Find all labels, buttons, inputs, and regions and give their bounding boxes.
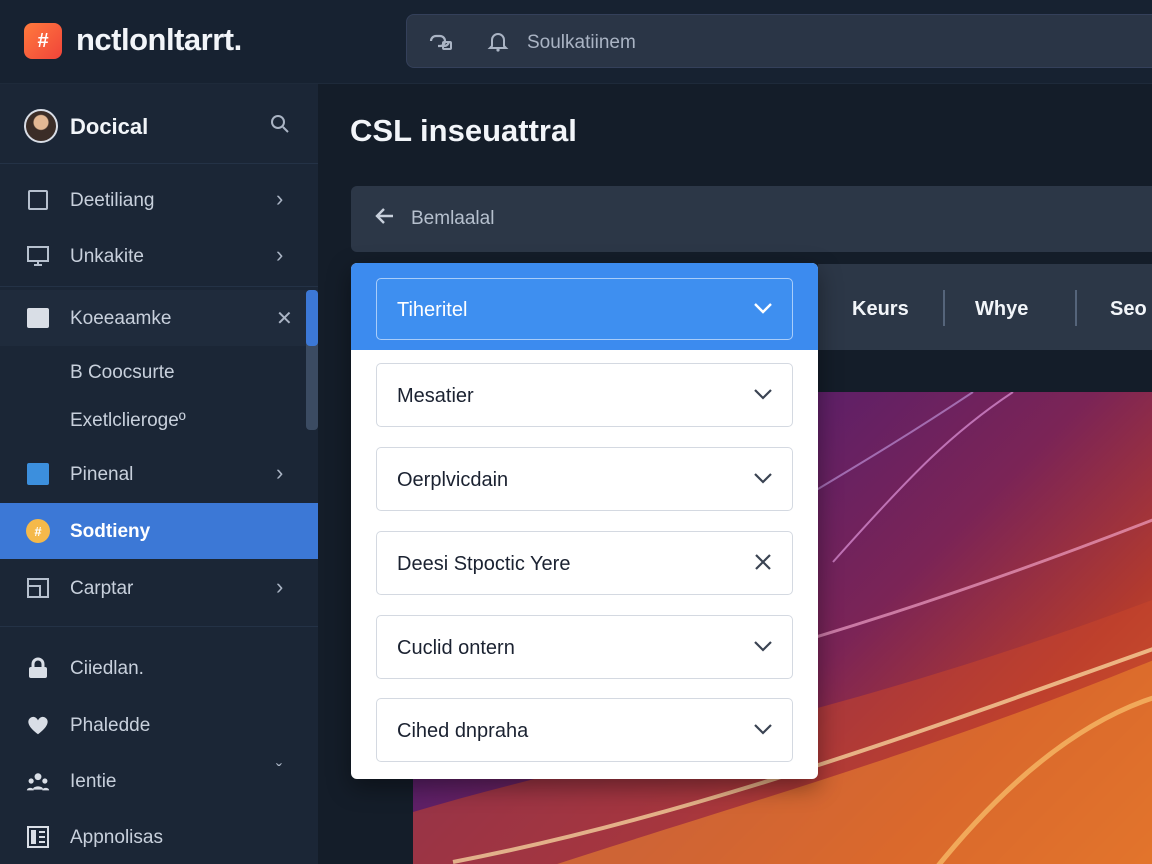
heart-icon <box>26 714 50 736</box>
sidebar-item-pinenal[interactable]: Pinenal › <box>0 446 318 502</box>
sidebar-item-label: Unkakite <box>70 246 144 267</box>
close-icon[interactable] <box>752 549 774 575</box>
back-arrow-icon[interactable] <box>373 204 397 235</box>
link-icon[interactable] <box>427 30 453 58</box>
sidebar-item-label: Phaledde <box>70 715 151 736</box>
tab-bar: Keurs Whye Seo <box>818 264 1152 350</box>
sidebar-scrollbar-thumb[interactable] <box>306 290 318 346</box>
chevron-down-icon[interactable] <box>752 716 774 742</box>
chevron-right-icon: › <box>276 242 284 267</box>
sidebar-subitem[interactable]: B Coocsurte <box>70 362 175 384</box>
tab-divider <box>943 290 945 326</box>
select-label: Cihed dnpraha <box>397 720 529 742</box>
select-cuclid-ontern[interactable]: Cuclid ontern <box>376 615 793 679</box>
sidebar-item-appnolisas[interactable]: Appnolisas <box>0 809 318 864</box>
book-icon <box>26 307 50 329</box>
sidebar-item-label: Ientie <box>70 771 117 792</box>
select-mesatier[interactable]: Mesatier <box>376 363 793 427</box>
divider <box>0 626 318 627</box>
chevron-down-icon[interactable] <box>752 465 774 491</box>
sidebar-item-phaledde[interactable]: Phaledde <box>0 697 318 753</box>
select-deesi-stpoctic-yere[interactable]: Deesi Stpoctic Yere <box>376 531 793 595</box>
sidebar-title: Docical <box>70 114 149 139</box>
page-title: CSL inseuattral <box>350 113 577 148</box>
search-icon[interactable] <box>270 114 290 139</box>
sidebar-item-label: Koeeaamke <box>70 308 172 329</box>
select-label: Mesatier <box>397 385 474 407</box>
grid-icon <box>26 826 50 848</box>
layout-icon <box>26 577 50 599</box>
sidebar-item-deetiliang[interactable]: Deetiliang › <box>0 172 318 228</box>
breadcrumb: Bemlaalal <box>351 186 1152 252</box>
chevron-right-icon: › <box>276 460 284 485</box>
sidebar: Docical Deetiliang › Unkakite › Koeeaamk… <box>0 84 318 864</box>
select-cihed-dnpraha[interactable]: Cihed dnpraha <box>376 698 793 762</box>
sidebar-item-koeeaamke[interactable]: Koeeaamke ✕ <box>0 290 318 346</box>
tab-whye[interactable]: Whye <box>975 298 1028 321</box>
select-label: Cuclid ontern <box>397 637 515 659</box>
lock-icon <box>26 657 50 679</box>
chevron-down-icon[interactable] <box>752 381 774 407</box>
sidebar-item-label: Sodtieny <box>70 521 151 542</box>
sidebar-item-sodtieny[interactable]: # Sodtieny <box>0 503 318 559</box>
sidebar-item-label: Deetiliang <box>70 190 155 211</box>
bell-icon[interactable] <box>487 30 509 58</box>
select-label: Oerplvicdain <box>397 469 509 491</box>
sidebar-item-label: Carptar <box>70 578 134 599</box>
chevron-down-icon[interactable] <box>752 295 774 321</box>
filter-dropdown-panel: Tiheritel Mesatier Oerplvicdain Deesi St… <box>351 263 818 779</box>
primary-select-value: Tiheritel <box>397 299 468 321</box>
search-input[interactable]: Soulkatiinem <box>527 32 636 54</box>
search-bar[interactable]: Soulkatiinem <box>406 14 1152 68</box>
app-logo-icon[interactable]: # <box>24 23 62 59</box>
sidebar-item-label: Ciiedlan. <box>70 658 144 679</box>
top-bar: # nctlonltarrt. Soulkatiinem <box>0 0 1152 84</box>
users-icon <box>26 770 50 792</box>
sidebar-item-carptar[interactable]: Carptar › <box>0 560 318 616</box>
tab-divider <box>1075 290 1077 326</box>
chevron-right-icon: › <box>276 186 284 211</box>
primary-select[interactable]: Tiheritel <box>376 278 793 340</box>
select-oerplvicdain[interactable]: Oerplvicdain <box>376 447 793 511</box>
breadcrumb-label[interactable]: Bemlaalal <box>411 208 494 230</box>
chevron-right-icon: › <box>276 574 284 599</box>
collapse-icon[interactable]: ˇ <box>276 761 282 782</box>
sidebar-item-ciiedlan[interactable]: Ciiedlan. <box>0 640 318 696</box>
tab-keurs[interactable]: Keurs <box>852 298 909 321</box>
sidebar-subitem[interactable]: Exetlclierogeº <box>70 410 186 432</box>
folder-icon <box>26 463 50 485</box>
select-label: Deesi Stpoctic Yere <box>397 553 571 575</box>
avatar[interactable] <box>24 109 58 143</box>
sidebar-item-label: Appnolisas <box>70 827 163 848</box>
tab-seo[interactable]: Seo <box>1110 298 1147 321</box>
monitor-icon <box>26 245 50 267</box>
coin-icon: # <box>26 519 50 543</box>
app-title: nctlonltarrt. <box>76 22 242 57</box>
chevron-down-icon[interactable] <box>752 633 774 659</box>
sidebar-item-ientie[interactable]: Ientie ˇ <box>0 753 318 809</box>
sidebar-item-label: Pinenal <box>70 464 134 485</box>
dropdown-header: Tiheritel <box>351 263 818 350</box>
sidebar-header: Docical <box>0 84 318 164</box>
document-icon <box>26 189 50 211</box>
sidebar-item-unkakite[interactable]: Unkakite › <box>0 228 318 284</box>
divider <box>0 286 318 287</box>
close-icon[interactable]: ✕ <box>276 306 293 331</box>
